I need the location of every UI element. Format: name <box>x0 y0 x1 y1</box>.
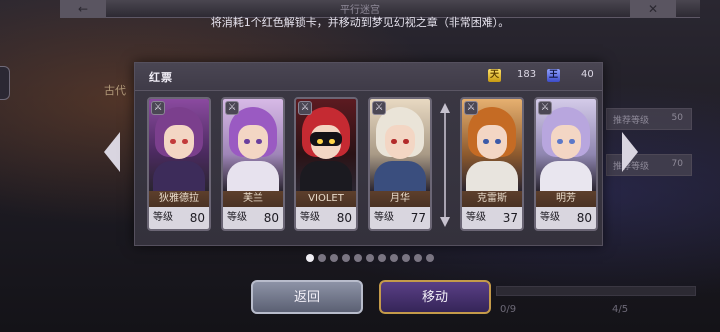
character-card[interactable]: ⚔ 狄雅德拉 等级 80 <box>147 97 211 231</box>
background-recommended-level: 推荐等级 70 <box>606 154 692 176</box>
page-dot[interactable] <box>354 254 362 262</box>
character-card[interactable]: ⚔ 月华 等级 77 <box>368 97 432 231</box>
previous-team-arrow-icon[interactable] <box>104 132 120 172</box>
character-card[interactable]: ⚔ 芙兰 等级 80 <box>221 97 285 231</box>
background-side-tab <box>0 66 10 100</box>
background-stage-label: 古代 <box>104 84 126 97</box>
character-name: 明芳 <box>536 191 596 207</box>
sword-icon: ⚔ <box>151 101 165 115</box>
confirmation-message: 将消耗1个红色解锁卡，并移动到梦见幻视之章（非常困难）。 <box>210 16 510 29</box>
page-dot[interactable] <box>378 254 386 262</box>
page-dot[interactable] <box>318 254 326 262</box>
mask-shape <box>310 132 342 146</box>
level-label: 等级 <box>227 212 247 223</box>
level-value: 80 <box>189 211 205 225</box>
page-dot[interactable] <box>390 254 398 262</box>
level-label: 等级 <box>374 212 394 223</box>
character-name: VIOLET <box>296 191 356 207</box>
next-team-arrow-icon[interactable] <box>622 132 638 172</box>
character-card[interactable]: ⚔ 明芳 等级 80 <box>534 97 598 231</box>
sword-icon: ⚔ <box>225 101 239 115</box>
level-value: 80 <box>576 211 592 225</box>
sword-icon: ⚔ <box>372 101 386 115</box>
rank-value: 70 <box>671 159 683 169</box>
rank-value: 50 <box>671 113 683 123</box>
level-value: 77 <box>410 211 426 225</box>
level-label: 等级 <box>466 212 486 223</box>
blue-crown-icon: 王 <box>547 69 560 82</box>
character-level: 等级 37 <box>462 207 522 229</box>
page-dot[interactable] <box>330 254 338 262</box>
character-name: 芙兰 <box>223 191 283 207</box>
character-name: 狄雅德拉 <box>149 191 209 207</box>
level-label: 等级 <box>153 212 173 223</box>
pagination-dots <box>306 254 446 264</box>
character-card[interactable]: ⚔ VIOLET 等级 80 <box>294 97 358 231</box>
character-name: 克雷斯 <box>462 191 522 207</box>
level-label: 等级 <box>300 212 320 223</box>
team-panel: 红票 天 183 王 40 ⚔ 狄雅德拉 等级 80 ⚔ 芙兰 等级 80 ⚔ … <box>134 62 603 246</box>
stat-value: 40 <box>581 69 594 80</box>
level-value: 37 <box>502 211 518 225</box>
arrow-down-icon <box>440 217 450 227</box>
level-label: 等级 <box>540 212 560 223</box>
move-button[interactable]: 移动 <box>379 280 491 314</box>
team-name: 红票 <box>149 71 173 84</box>
progress-left-text: 0/9 <box>500 304 517 315</box>
background-recommended-level: 推荐等级 50 <box>606 108 692 130</box>
background-progress-bar <box>496 286 696 296</box>
character-level: 等级 80 <box>536 207 596 229</box>
progress-right-text: 4/5 <box>612 304 629 315</box>
arrow-up-icon <box>440 103 450 113</box>
back-button[interactable]: 返回 <box>251 280 363 314</box>
character-level: 等级 80 <box>223 207 283 229</box>
stat-value: 183 <box>517 69 537 80</box>
character-level: 等级 77 <box>370 207 430 229</box>
page-dot[interactable] <box>402 254 410 262</box>
page-dot[interactable] <box>414 254 422 262</box>
level-value: 80 <box>263 211 279 225</box>
page-dot[interactable] <box>306 254 314 262</box>
sword-icon: ⚔ <box>464 101 478 115</box>
page-dot[interactable] <box>426 254 434 262</box>
sword-icon: ⚔ <box>538 101 552 115</box>
character-level: 等级 80 <box>296 207 356 229</box>
rank-label: 推荐等级 <box>613 116 650 126</box>
sword-icon: ⚔ <box>298 101 312 115</box>
group-divider <box>440 103 450 227</box>
team-panel-header: 红票 天 183 王 40 <box>135 63 602 91</box>
character-level: 等级 80 <box>149 207 209 229</box>
gold-crown-icon: 天 <box>488 69 501 82</box>
level-value: 80 <box>336 211 352 225</box>
character-card[interactable]: ⚔ 克雷斯 等级 37 <box>460 97 524 231</box>
page-dot[interactable] <box>366 254 374 262</box>
character-name: 月华 <box>370 191 430 207</box>
page-dot[interactable] <box>342 254 350 262</box>
